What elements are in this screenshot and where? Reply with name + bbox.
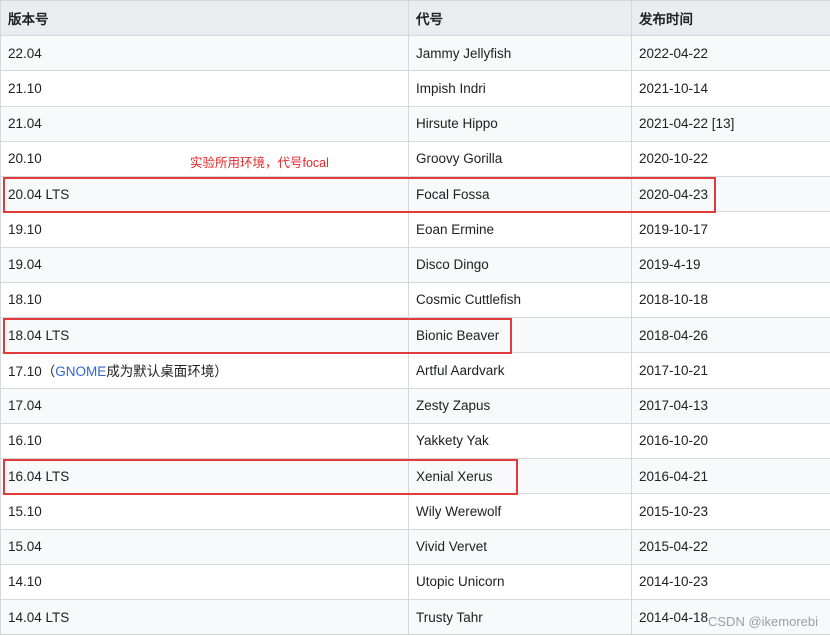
codename-cell: Focal Fossa [408, 175, 632, 213]
date-cell: 2016-10-20 [631, 422, 830, 460]
date-cell: 2020-10-22 [631, 140, 830, 178]
version-cell: 20.04 LTS [0, 175, 409, 213]
table-row: 17.10（GNOME成为默认桌面环境） Artful Aardvark 201… [0, 352, 830, 389]
version-prefix: 17.10（ [8, 364, 56, 380]
date-cell: 2017-10-21 [631, 352, 830, 389]
table-row: 16.10 Yakkety Yak 2016-10-20 [0, 422, 830, 460]
version-cell: 14.04 LTS [0, 598, 409, 636]
version-cell: 21.10 [0, 70, 409, 107]
date-cell: 2017-04-13 [631, 387, 830, 424]
date-cell: 2014-10-23 [631, 563, 830, 601]
table-row: 19.04 Disco Dingo 2019-4-19 [0, 246, 830, 283]
table-header-row: 版本号 代号 发布时间 [0, 0, 830, 36]
version-cell: 14.10 [0, 563, 409, 601]
version-cell: 17.10（GNOME成为默认桌面环境） [0, 352, 409, 389]
date-cell: 2018-10-18 [631, 281, 830, 319]
watermark: CSDN @ikemorebi [708, 614, 818, 629]
date-cell: 2015-10-23 [631, 493, 830, 530]
ubuntu-release-table: 版本号 代号 发布时间 22.04 Jammy Jellyfish 2022-0… [0, 0, 830, 636]
table-row: 16.04 LTS Xenial Xerus 2016-04-21 [0, 457, 830, 495]
table-row: 21.04 Hirsute Hippo 2021-04-22 [13] [0, 105, 830, 142]
table-row: 21.10 Impish Indri 2021-10-14 [0, 70, 830, 107]
version-cell: 16.04 LTS [0, 457, 409, 495]
table-row: 20.04 LTS Focal Fossa 2020-04-23 [0, 175, 830, 213]
codename-cell: Vivid Vervet [408, 528, 632, 565]
codename-cell: Artful Aardvark [408, 352, 632, 389]
date-cell: 2021-10-14 [631, 70, 830, 107]
codename-cell: Hirsute Hippo [408, 105, 632, 142]
table-row: 20.10 Groovy Gorilla 2020-10-22 [0, 140, 830, 178]
date-cell: 2021-04-22 [13] [631, 105, 830, 142]
table-row: 14.04 LTS Trusty Tahr 2014-04-18 [0, 598, 830, 636]
version-cell: 17.04 [0, 387, 409, 424]
version-cell: 19.04 [0, 246, 409, 283]
date-cell: 2022-04-22 [631, 34, 830, 72]
codename-cell: Disco Dingo [408, 246, 632, 283]
codename-cell: Eoan Ermine [408, 211, 632, 248]
header-version[interactable]: 版本号 [0, 0, 409, 36]
table-row: 17.04 Zesty Zapus 2017-04-13 [0, 387, 830, 424]
date-cell: 2019-10-17 [631, 211, 830, 248]
table-row: 14.10 Utopic Unicorn 2014-10-23 [0, 563, 830, 601]
version-cell: 15.04 [0, 528, 409, 565]
codename-cell: Xenial Xerus [408, 457, 632, 495]
version-cell: 18.04 LTS [0, 316, 409, 354]
date-cell: 2019-4-19 [631, 246, 830, 283]
codename-cell: Wily Werewolf [408, 493, 632, 530]
version-suffix: 成为默认桌面环境） [106, 364, 228, 380]
table-row: 15.04 Vivid Vervet 2015-04-22 [0, 528, 830, 565]
header-codename[interactable]: 代号 [408, 0, 632, 36]
codename-cell: Yakkety Yak [408, 422, 632, 460]
version-cell: 16.10 [0, 422, 409, 460]
version-cell: 18.10 [0, 281, 409, 319]
table-row: 15.10 Wily Werewolf 2015-10-23 [0, 493, 830, 530]
codename-cell: Bionic Beaver [408, 316, 632, 354]
date-cell: 2015-04-22 [631, 528, 830, 565]
version-cell: 19.10 [0, 211, 409, 248]
gnome-link[interactable]: GNOME [55, 364, 106, 379]
version-cell: 22.04 [0, 34, 409, 72]
codename-cell: Cosmic Cuttlefish [408, 281, 632, 319]
codename-cell: Impish Indri [408, 70, 632, 107]
date-cell: 2016-04-21 [631, 457, 830, 495]
codename-cell: Jammy Jellyfish [408, 34, 632, 72]
table-row: 18.04 LTS Bionic Beaver 2018-04-26 [0, 316, 830, 354]
version-cell: 15.10 [0, 493, 409, 530]
codename-cell: Groovy Gorilla [408, 140, 632, 178]
version-cell: 21.04 [0, 105, 409, 142]
table-row: 19.10 Eoan Ermine 2019-10-17 [0, 211, 830, 248]
codename-cell: Trusty Tahr [408, 598, 632, 636]
codename-cell: Utopic Unicorn [408, 563, 632, 601]
header-release-date[interactable]: 发布时间 [631, 0, 830, 36]
date-cell: 2020-04-23 [631, 175, 830, 213]
table-row: 18.10 Cosmic Cuttlefish 2018-10-18 [0, 281, 830, 319]
table-row: 22.04 Jammy Jellyfish 2022-04-22 [0, 34, 830, 72]
environment-annotation: 实验所用环境，代号focal [190, 156, 329, 170]
codename-cell: Zesty Zapus [408, 387, 632, 424]
date-cell: 2018-04-26 [631, 316, 830, 354]
